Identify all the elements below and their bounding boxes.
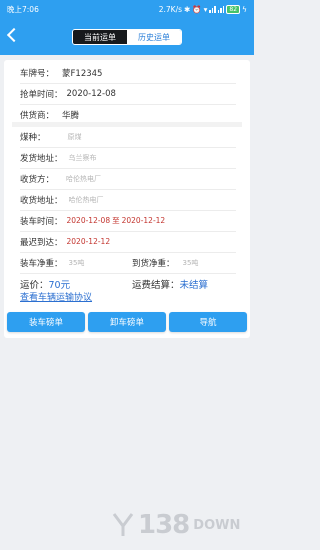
- plate-value: 蒙F12345: [62, 68, 103, 79]
- ship-addr-label: 发货地址：: [20, 153, 63, 164]
- row-weights: 装车净重： 35吨 到货净重： 35吨: [20, 252, 236, 274]
- wifi-icon: ▾: [203, 5, 208, 14]
- row-grab-time: 抢单时间： 2020-12-08: [20, 83, 236, 105]
- freight-price-value: 70元: [48, 279, 71, 291]
- coal-type-value: 原煤: [67, 132, 82, 141]
- row-ship-addr: 发货地址： 乌兰察布: [20, 147, 236, 169]
- row-recv-addr: 收货地址： 哈伦热电厂: [20, 189, 236, 211]
- signal-icon: [209, 6, 216, 13]
- waybill-card: 车牌号： 蒙F12345 抢单时间： 2020-12-08 供货商： 华腾 煤种…: [4, 60, 250, 338]
- ship-addr-value: 乌兰察布: [68, 153, 97, 162]
- row-receiver: 收货方： 哈伦热电厂: [20, 168, 236, 190]
- supplier-value: 华腾: [62, 110, 80, 121]
- net-speed: 2.7K/s: [158, 5, 182, 14]
- tab-history-waybill[interactable]: 历史运单: [127, 30, 181, 44]
- bluetooth-icon: ✱: [184, 5, 191, 14]
- tab-current-waybill[interactable]: 当前运单: [73, 30, 127, 44]
- alarm-icon: ⏰: [192, 5, 202, 14]
- watermark-logo-icon: [112, 513, 134, 536]
- load-time-from: 2020-12-08: [66, 216, 111, 225]
- load-weight-group: 装车净重： 35吨: [20, 257, 132, 269]
- status-bar: 晚上7:06 2.7K/s ✱ ⏰ ▾ 82 ϟ: [0, 0, 254, 19]
- receiver-value: 哈伦热电厂: [66, 174, 102, 183]
- load-slip-button[interactable]: 装车磅单: [7, 312, 85, 332]
- status-time: 晚上7:06: [7, 5, 39, 14]
- row-coal-type: 煤种： 原煤: [20, 126, 236, 148]
- row-latest-arrival: 最迟到达： 2020-12-12: [20, 231, 236, 253]
- load-time-label: 装车时间：: [20, 216, 63, 227]
- signal-icon-2: [217, 6, 225, 13]
- navigate-button[interactable]: 导航: [169, 312, 247, 332]
- freight-price-group: 运价： 70元: [20, 277, 132, 291]
- grab-time-value: 2020-12-08: [66, 88, 116, 99]
- supplier-label: 供货商：: [20, 110, 55, 121]
- settlement-group: 运费结算： 未结算: [132, 277, 208, 291]
- freight-price-label: 运价：: [20, 279, 49, 291]
- watermark-number: 138: [138, 510, 190, 540]
- transport-agreement-link[interactable]: 查看车辆运输协议: [20, 290, 92, 303]
- latest-arrival-value: 2020-12-12: [66, 237, 111, 246]
- load-time-to-word: 至: [112, 216, 120, 225]
- grab-time-label: 抢单时间：: [20, 89, 63, 100]
- chevron-left-icon[interactable]: [6, 27, 22, 43]
- settlement-value: 未结算: [179, 279, 209, 291]
- charging-icon: ϟ: [242, 5, 247, 14]
- app-header: 当前运单 历史运单: [0, 19, 254, 55]
- row-load-time: 装车时间： 2020-12-08 至 2020-12-12: [20, 210, 236, 232]
- load-weight-value: 35吨: [68, 258, 85, 267]
- arrive-weight-label: 到货净重：: [132, 258, 175, 269]
- recv-addr-value: 哈伦热电厂: [68, 195, 104, 204]
- arrive-weight-group: 到货净重： 35吨: [132, 257, 198, 269]
- recv-addr-label: 收货地址：: [20, 195, 63, 206]
- coal-type-label: 煤种：: [20, 132, 46, 143]
- arrive-weight-value: 35吨: [182, 258, 199, 267]
- battery-icon: 82: [226, 5, 241, 14]
- load-time-to: 2020-12-12: [121, 216, 166, 225]
- load-weight-label: 装车净重：: [20, 258, 63, 269]
- plate-label: 车牌号：: [20, 68, 55, 79]
- site-watermark: 138 DOWN: [112, 510, 240, 540]
- latest-arrival-label: 最迟到达：: [20, 237, 63, 248]
- watermark-text: DOWN: [193, 517, 241, 533]
- row-plate: 车牌号： 蒙F12345: [20, 62, 236, 84]
- status-indicators: 2.7K/s ✱ ⏰ ▾ 82 ϟ: [159, 5, 247, 14]
- receiver-label: 收货方：: [20, 174, 55, 185]
- settlement-label: 运费结算：: [132, 279, 180, 291]
- unload-slip-button[interactable]: 卸车磅单: [88, 312, 166, 332]
- waybill-tabs: 当前运单 历史运单: [72, 29, 182, 45]
